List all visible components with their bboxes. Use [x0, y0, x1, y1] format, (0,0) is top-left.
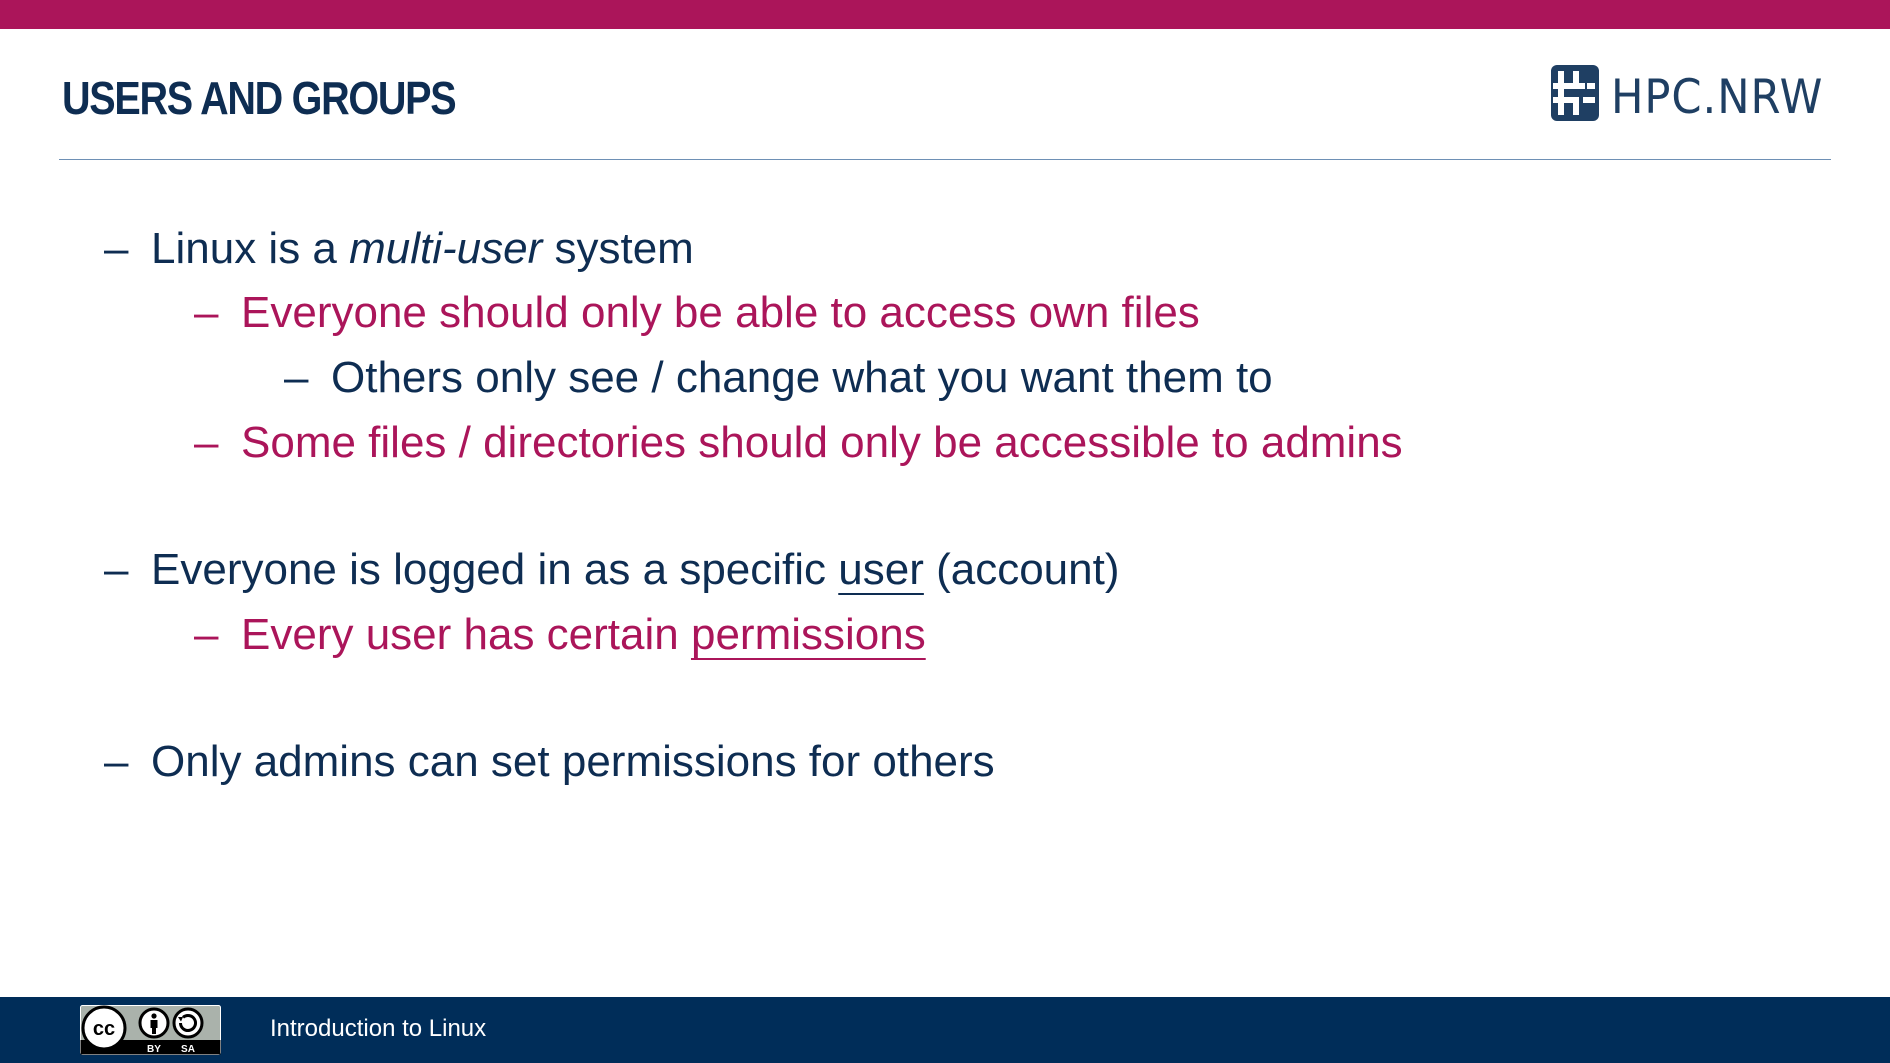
license-by-label: BY	[147, 1044, 161, 1055]
footer-bar: cc BY SA Introduction to Linux	[0, 997, 1890, 1063]
bullet-dash: –	[194, 418, 219, 467]
bullet-dash: –	[194, 610, 219, 659]
slide-title: USERS AND GROUPS	[62, 72, 457, 124]
cc-by-sa-icon: cc BY SA	[80, 1005, 221, 1055]
bullet-text: Some files / directories should only be …	[241, 418, 1403, 467]
license-sa-label: SA	[181, 1044, 195, 1055]
bullet-text: Everyone should only be able to access o…	[241, 288, 1200, 337]
bullet-text: Others only see / change what you want t…	[331, 353, 1273, 402]
bullet-dash: –	[104, 224, 129, 273]
bullet-text: Linux is a multi-user system	[151, 224, 694, 273]
hash-tile-icon	[1549, 61, 1601, 123]
underlined-term: user	[838, 545, 924, 594]
logo-text: HPC.NRW	[1611, 70, 1824, 125]
emphasis-text: multi-user	[349, 224, 543, 273]
bullet-dash: –	[194, 288, 219, 337]
footer-course-title: Introduction to Linux	[270, 1015, 487, 1042]
bullet-text: Everyone is logged in as a specific user…	[151, 545, 1120, 594]
bullet-text: Every user has certain permissions	[241, 610, 926, 659]
bullet-dash: –	[104, 545, 129, 594]
bullet-dash: –	[104, 737, 129, 786]
svg-text:cc: cc	[93, 1018, 115, 1040]
hpc-nrw-logo: HPC.NRW	[1549, 60, 1842, 125]
top-accent-bar	[0, 0, 1890, 29]
bullet-dash: –	[284, 353, 309, 402]
title-divider	[59, 159, 1831, 160]
bullet-text: Only admins can set permissions for othe…	[151, 737, 995, 786]
underlined-term: permissions	[690, 610, 926, 659]
